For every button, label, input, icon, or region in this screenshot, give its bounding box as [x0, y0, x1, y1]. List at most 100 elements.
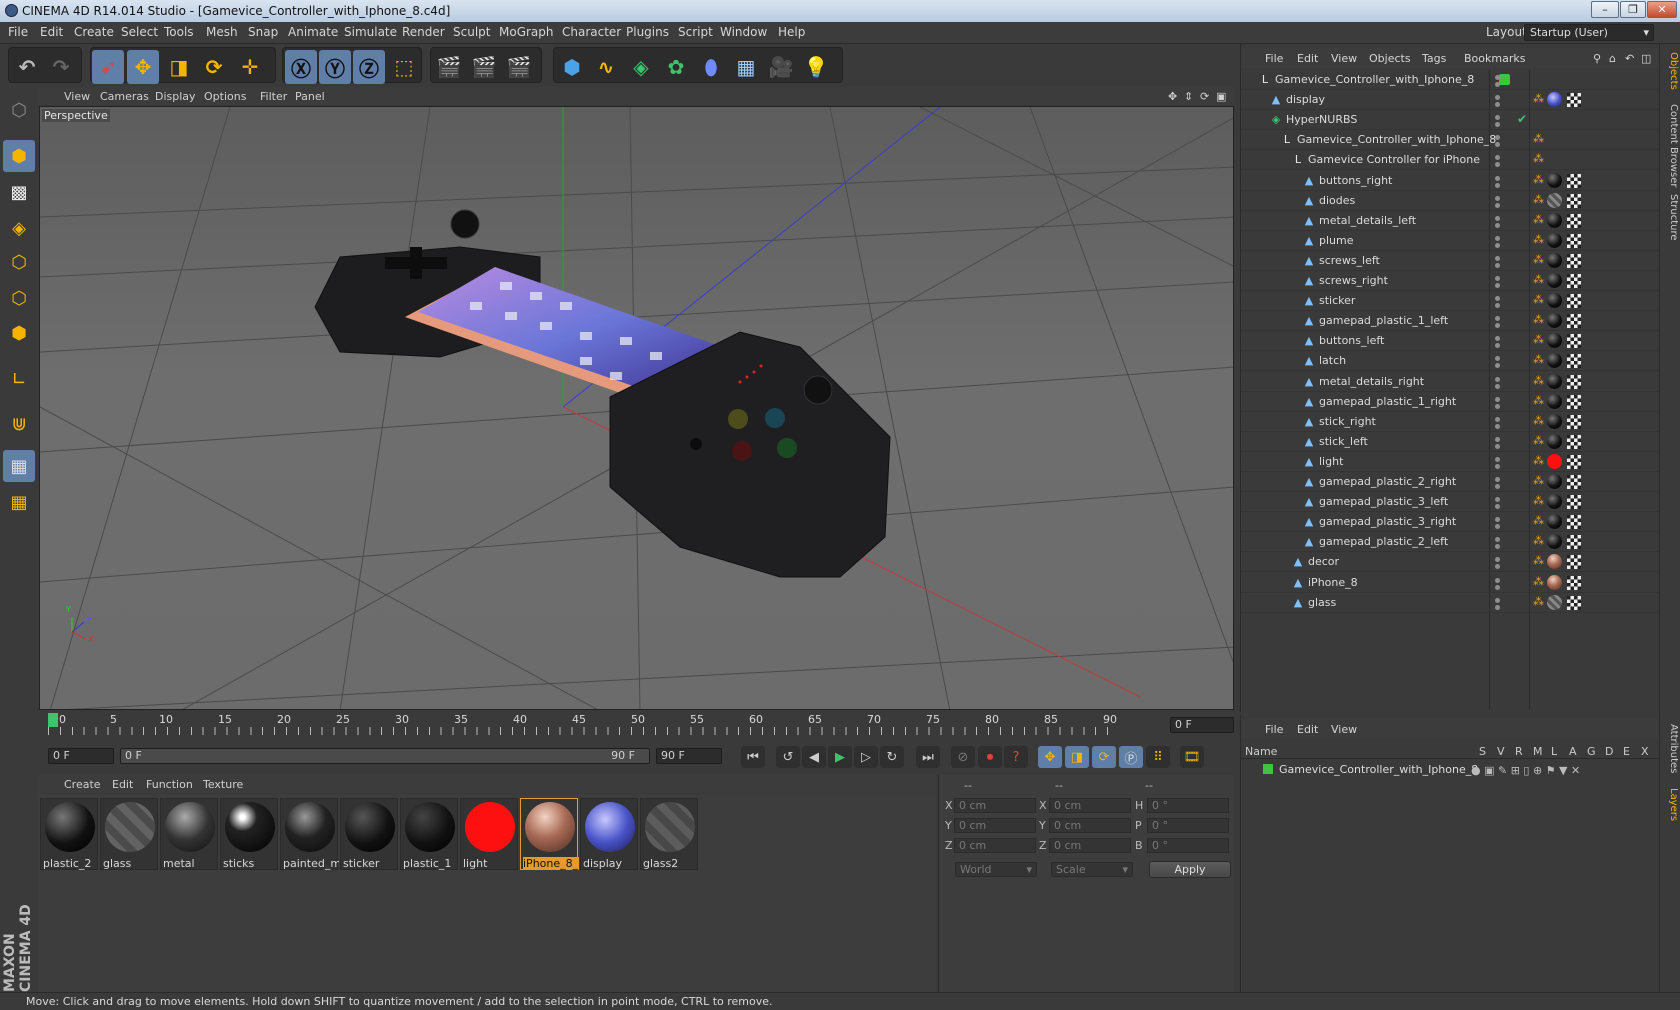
- object-row[interactable]: ▲ glass ⁂: [1241, 593, 1659, 613]
- render-visibility-dot[interactable]: [1495, 222, 1500, 228]
- phong-tag-icon[interactable]: ⁂: [1533, 374, 1544, 387]
- key-scale-button[interactable]: ◨: [1065, 746, 1089, 768]
- render-visibility-dot[interactable]: [1495, 363, 1500, 369]
- key-parameter-button[interactable]: Ⓟ: [1119, 746, 1143, 768]
- render-visibility-dot[interactable]: [1495, 142, 1500, 148]
- editor-visibility-dot[interactable]: [1495, 115, 1500, 121]
- menu-file[interactable]: File: [8, 25, 28, 39]
- next-key-button[interactable]: ↻: [880, 746, 904, 768]
- material-tag-icon[interactable]: [1547, 413, 1562, 429]
- add-deformer-button[interactable]: ⬮: [695, 50, 727, 84]
- phong-tag-icon[interactable]: ⁂: [1533, 293, 1544, 306]
- material-tag-icon[interactable]: [1547, 293, 1562, 309]
- texture-mode-button[interactable]: ▩: [3, 176, 35, 208]
- render-visibility-dot[interactable]: [1495, 604, 1500, 610]
- rotate-tool-button[interactable]: ⟳: [198, 50, 230, 84]
- go-to-end-button[interactable]: ⏭: [916, 746, 940, 768]
- viewport-menu-options[interactable]: Options: [204, 90, 246, 103]
- object-menu-bookmarks[interactable]: Bookmarks: [1464, 52, 1525, 65]
- editor-visibility-dot[interactable]: [1495, 416, 1500, 422]
- redo-button[interactable]: ↷: [45, 50, 77, 84]
- editor-visibility-dot[interactable]: [1495, 276, 1500, 281]
- z-axis-button[interactable]: Ⓩ: [353, 50, 385, 84]
- layer-color-swatch[interactable]: [1263, 764, 1273, 774]
- coordinate-system-button[interactable]: ⬚: [388, 50, 420, 84]
- workplane-mode-button[interactable]: ◈: [3, 212, 35, 244]
- material-tag-icon[interactable]: [1547, 433, 1562, 449]
- render-visibility-dot[interactable]: [1495, 162, 1500, 168]
- prev-key-button[interactable]: ↺: [776, 746, 800, 768]
- object-row[interactable]: ▲ iPhone_8 ⁂: [1241, 573, 1659, 593]
- menu-snap[interactable]: Snap: [248, 25, 278, 39]
- layer-toggle-icons[interactable]: ● ▣ ✎ ⊞ ▯ ⊕ ⚑ ▼ ✕: [1471, 764, 1580, 777]
- editor-visibility-dot[interactable]: [1495, 316, 1500, 322]
- points-mode-button[interactable]: ⬡: [3, 246, 35, 278]
- layer-col[interactable]: G: [1587, 745, 1596, 758]
- object-row[interactable]: ▲ metal_details_left ⁂: [1241, 211, 1659, 231]
- layer-menu-edit[interactable]: Edit: [1297, 723, 1318, 736]
- layer-col[interactable]: A: [1569, 745, 1577, 758]
- uvw-tag-icon[interactable]: [1567, 93, 1581, 108]
- menu-character[interactable]: Character: [562, 25, 621, 39]
- phong-tag-icon[interactable]: ⁂: [1533, 554, 1544, 567]
- menu-edit[interactable]: Edit: [40, 25, 63, 39]
- object-row[interactable]: ▲ decor ⁂: [1241, 552, 1659, 573]
- key-rotation-button[interactable]: ⟳: [1092, 746, 1116, 768]
- add-array-button[interactable]: ✿: [660, 50, 692, 84]
- object-row[interactable]: ▲ sticker ⁂: [1241, 291, 1659, 312]
- editor-visibility-dot[interactable]: [1495, 95, 1500, 101]
- object-menu-view[interactable]: View: [1331, 52, 1357, 65]
- timeline-ruler[interactable]: 0 5 10 15 20 25 30 35 40 45 50 55 60 65 …: [38, 713, 1234, 737]
- prev-frame-button[interactable]: ◀: [802, 746, 826, 768]
- play-button[interactable]: ▶: [828, 746, 852, 768]
- rotation-p-field[interactable]: 0 °: [1147, 818, 1229, 833]
- render-visibility-dot[interactable]: [1495, 443, 1500, 449]
- material-swatch-selected[interactable]: iPhone_8_F: [520, 798, 579, 870]
- uvw-tag-icon[interactable]: [1567, 434, 1581, 449]
- editor-visibility-dot[interactable]: [1495, 336, 1500, 342]
- object-row[interactable]: ▲ buttons_left ⁂: [1241, 331, 1659, 352]
- object-row[interactable]: ▲ buttons_right ⁂: [1241, 171, 1659, 191]
- viewport-rotate-icon[interactable]: ⟳: [1200, 90, 1209, 103]
- phong-tag-icon[interactable]: ⁂: [1533, 414, 1544, 427]
- editor-visibility-dot[interactable]: [1495, 356, 1500, 362]
- material-tag-icon[interactable]: [1547, 192, 1562, 208]
- object-row[interactable]: L Gamevice_Controller_with_Iphone_8 ⁂: [1241, 130, 1659, 151]
- tab-content-browser[interactable]: Content Browser: [1662, 104, 1679, 187]
- render-visibility-dot[interactable]: [1495, 343, 1500, 349]
- phong-tag-icon[interactable]: ⁂: [1533, 152, 1544, 165]
- material-tag-icon[interactable]: [1547, 172, 1562, 188]
- x-axis-button[interactable]: Ⓧ: [285, 50, 317, 84]
- add-light-button[interactable]: 💡: [800, 50, 832, 84]
- layer-col[interactable]: R: [1515, 745, 1523, 758]
- material-tag-icon[interactable]: [1547, 534, 1562, 550]
- menu-mesh[interactable]: Mesh: [206, 25, 238, 39]
- object-row[interactable]: ▲ gamepad_plastic_3_right ⁂: [1241, 512, 1659, 533]
- editor-visibility-dot[interactable]: [1495, 577, 1500, 583]
- viewport-menu-filter[interactable]: Filter: [260, 90, 287, 103]
- object-menu-tags[interactable]: Tags: [1422, 52, 1446, 65]
- render-visibility-dot[interactable]: [1495, 202, 1500, 208]
- material-menu-edit[interactable]: Edit: [112, 778, 133, 791]
- uvw-tag-icon[interactable]: [1567, 555, 1581, 570]
- menu-simulate[interactable]: Simulate: [344, 25, 397, 39]
- render-visibility-dot[interactable]: [1495, 463, 1500, 469]
- back-icon[interactable]: ↶: [1625, 52, 1634, 65]
- uvw-tag-icon[interactable]: [1567, 354, 1581, 369]
- object-row[interactable]: L Gamevice_Controller_with_Iphone_8: [1241, 70, 1659, 90]
- phong-tag-icon[interactable]: ⁂: [1533, 494, 1544, 507]
- object-row[interactable]: ▲ gamepad_plastic_1_left ⁂: [1241, 311, 1659, 332]
- lock-workplane-button[interactable]: ▦: [3, 450, 35, 482]
- object-row[interactable]: ▲ diodes ⁂: [1241, 191, 1659, 211]
- render-view-button[interactable]: 🎬: [433, 50, 465, 84]
- layer-col[interactable]: S: [1479, 745, 1486, 758]
- viewport-menu-view[interactable]: View: [64, 90, 90, 103]
- keyframe-selection-button[interactable]: ⊘: [951, 746, 975, 768]
- snap-button[interactable]: ⋓: [3, 408, 35, 440]
- uvw-tag-icon[interactable]: [1567, 233, 1581, 248]
- phong-tag-icon[interactable]: ⁂: [1533, 353, 1544, 366]
- add-spline-button[interactable]: ∿: [590, 50, 622, 84]
- menu-sculpt[interactable]: Sculpt: [453, 25, 490, 39]
- editor-visibility-dot[interactable]: [1495, 235, 1500, 241]
- material-tag-icon[interactable]: [1547, 514, 1562, 530]
